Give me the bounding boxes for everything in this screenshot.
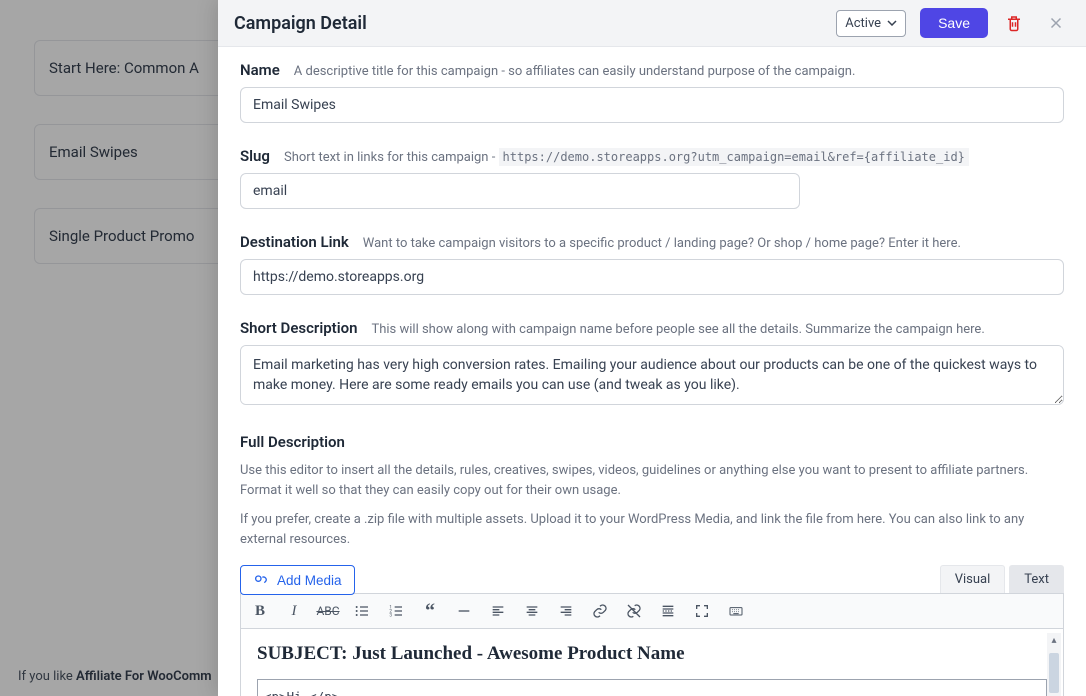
link-button[interactable] bbox=[589, 600, 611, 622]
bullet-list-button[interactable] bbox=[351, 600, 373, 622]
status-dropdown[interactable]: Active bbox=[836, 10, 906, 37]
editor-content[interactable]: SUBJECT: Just Launched - Awesome Product… bbox=[240, 629, 1064, 696]
name-help: A descriptive title for this campaign - … bbox=[294, 64, 856, 79]
editor-heading: SUBJECT: Just Launched - Awesome Product… bbox=[257, 643, 1047, 665]
hr-button[interactable] bbox=[453, 600, 475, 622]
close-button[interactable] bbox=[1044, 11, 1068, 35]
chevron-down-icon bbox=[887, 20, 897, 26]
keyboard-button[interactable] bbox=[725, 600, 747, 622]
field-destination: Destination Link Want to take campaign v… bbox=[240, 233, 1064, 295]
media-icon bbox=[253, 572, 269, 588]
panel-title: Campaign Detail bbox=[234, 13, 836, 34]
field-name: Name A descriptive title for this campai… bbox=[240, 61, 1064, 123]
number-list-button[interactable]: 123 bbox=[385, 600, 407, 622]
campaign-detail-panel: Campaign Detail Active Save Name A descr… bbox=[218, 0, 1086, 696]
fullscreen-button[interactable] bbox=[691, 600, 713, 622]
trash-icon bbox=[1005, 14, 1023, 32]
short-desc-help: This will show along with campaign name … bbox=[371, 322, 984, 337]
editor-tabs: Visual Text bbox=[240, 565, 1064, 593]
align-center-button[interactable] bbox=[521, 600, 543, 622]
full-desc-help-1: Use this editor to insert all the detail… bbox=[240, 461, 1064, 500]
tab-visual[interactable]: Visual bbox=[940, 565, 1006, 593]
editor-toolbar: B I ABC 123 “ bbox=[240, 593, 1064, 629]
slug-help: Short text in links for this campaign - … bbox=[284, 150, 969, 165]
full-desc-help-2: If you prefer, create a .zip file with m… bbox=[240, 510, 1064, 549]
unlink-button[interactable] bbox=[623, 600, 645, 622]
short-desc-input[interactable]: Email marketing has very high conversion… bbox=[240, 345, 1064, 405]
delete-button[interactable] bbox=[1002, 11, 1026, 35]
strike-button[interactable]: ABC bbox=[317, 600, 339, 622]
field-short-description: Short Description This will show along w… bbox=[240, 319, 1064, 409]
slug-label: Slug bbox=[240, 147, 270, 165]
name-input[interactable] bbox=[240, 87, 1064, 123]
full-desc-label: Full Description bbox=[240, 433, 1064, 451]
editor-scrollbar[interactable]: ▴ bbox=[1047, 633, 1061, 696]
quote-button[interactable]: “ bbox=[419, 600, 441, 622]
destination-label: Destination Link bbox=[240, 233, 349, 251]
add-media-button[interactable]: Add Media bbox=[240, 565, 355, 595]
editor-code-block[interactable]: <p>Hi,</p> <p>Want to {your product's ma… bbox=[257, 679, 1047, 696]
readmore-button[interactable] bbox=[657, 600, 679, 622]
align-left-button[interactable] bbox=[487, 600, 509, 622]
align-right-button[interactable] bbox=[555, 600, 577, 622]
save-button[interactable]: Save bbox=[920, 8, 988, 38]
field-full-description: Full Description Use this editor to inse… bbox=[240, 433, 1064, 696]
name-label: Name bbox=[240, 61, 280, 79]
bold-button[interactable]: B bbox=[249, 600, 271, 622]
panel-header: Campaign Detail Active Save bbox=[218, 0, 1086, 47]
panel-body: Name A descriptive title for this campai… bbox=[218, 47, 1086, 696]
destination-help: Want to take campaign visitors to a spec… bbox=[363, 236, 961, 251]
close-icon bbox=[1047, 14, 1065, 32]
short-desc-label: Short Description bbox=[240, 319, 357, 337]
italic-button[interactable]: I bbox=[283, 600, 305, 622]
scroll-up-icon: ▴ bbox=[1047, 633, 1061, 647]
destination-input[interactable] bbox=[240, 259, 1064, 295]
scroll-thumb[interactable] bbox=[1049, 653, 1059, 693]
field-slug: Slug Short text in links for this campai… bbox=[240, 147, 1064, 209]
svg-text:3: 3 bbox=[389, 612, 392, 618]
tab-text[interactable]: Text bbox=[1009, 565, 1064, 593]
slug-input[interactable] bbox=[240, 173, 800, 209]
